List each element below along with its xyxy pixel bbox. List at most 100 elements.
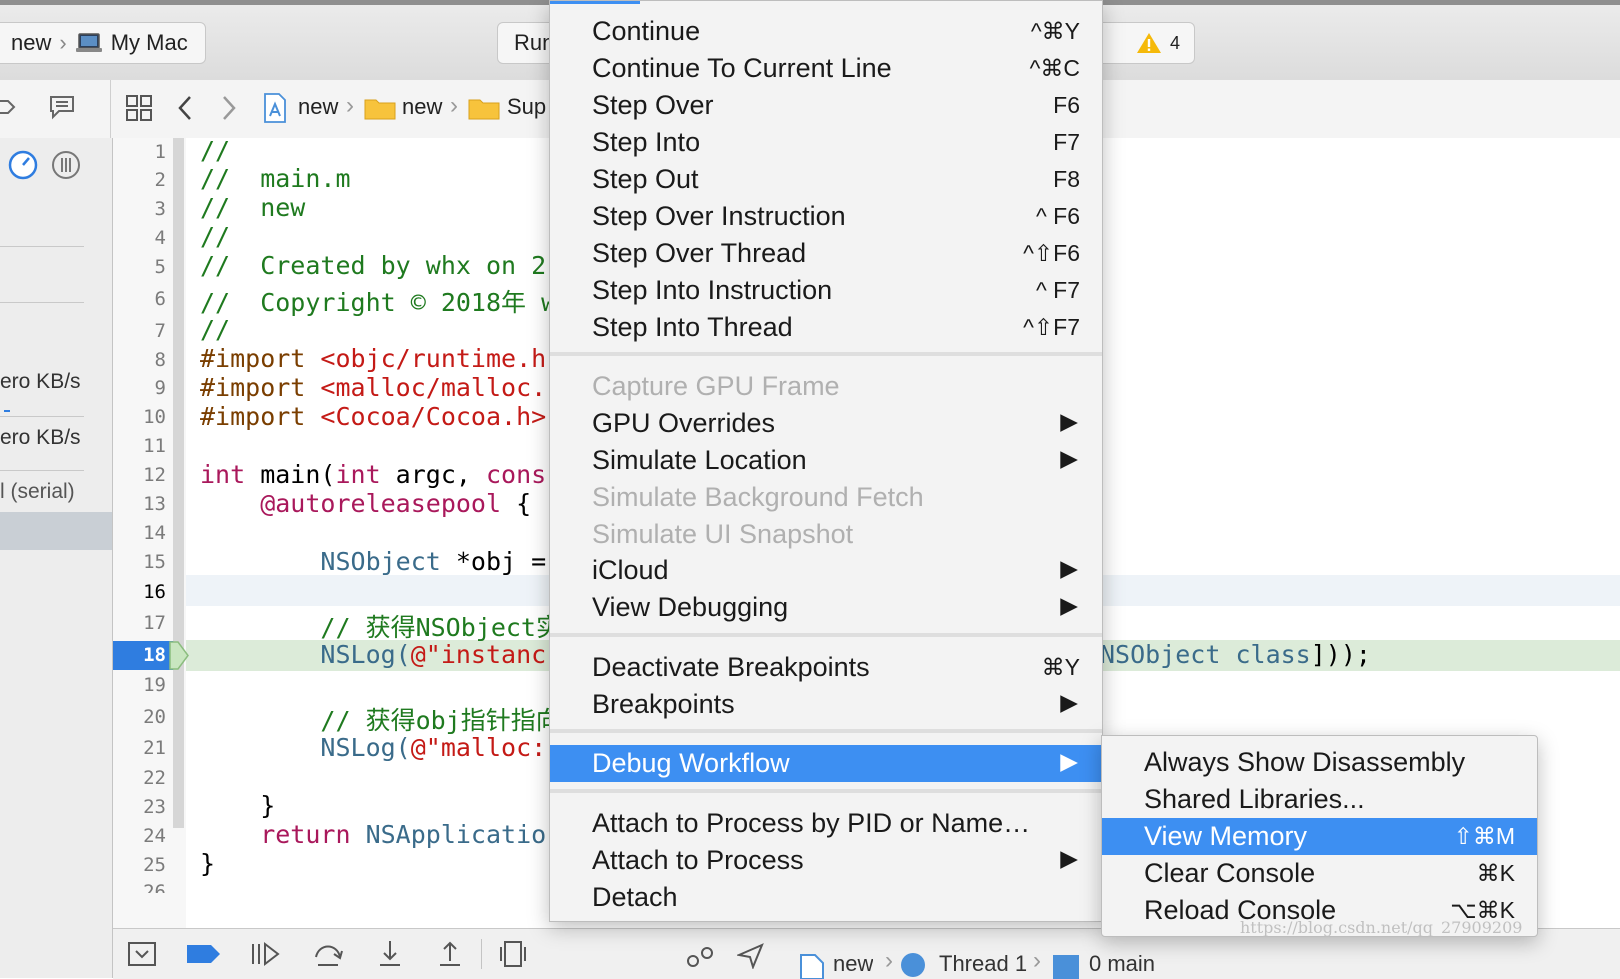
menu-item-breakpoints[interactable]: Breakpoints ▶: [550, 686, 1102, 723]
line-number: 9: [154, 377, 166, 399]
code-line: NSObject *obj =: [200, 547, 546, 576]
menu-item-gpu-overrides[interactable]: GPU Overrides ▶: [550, 405, 1102, 442]
menu-item-step-out[interactable]: Step Out F8: [550, 161, 1102, 198]
jump-bar-item[interactable]: Sup: [507, 94, 546, 120]
menu-item-step-over-thread[interactable]: Step Over Thread ^⇧F6: [550, 235, 1102, 272]
scheme-selector[interactable]: new › My Mac: [0, 22, 206, 64]
code-line: #import <Cocoa/Cocoa.h>: [200, 402, 546, 431]
menu-item-continue[interactable]: Continue ^⌘Y: [550, 13, 1102, 50]
code-token: argc,: [380, 460, 486, 489]
jump-bar-item[interactable]: new: [402, 94, 442, 120]
forward-icon[interactable]: [220, 94, 238, 122]
code-token: main(: [245, 460, 336, 489]
menu-item-view-memory[interactable]: View Memory ⇧⌘M: [1102, 818, 1537, 855]
menu-item-always-show-disassembly[interactable]: Always Show Disassembly: [1102, 744, 1537, 781]
line-number: 21: [143, 737, 166, 759]
menu-item-label: Debug Workflow: [592, 748, 790, 778]
menu-item-shared-libraries[interactable]: Shared Libraries...: [1102, 781, 1537, 818]
line-number: 25: [143, 854, 166, 876]
string-literal: @"malloc:: [410, 733, 547, 762]
keyword: int: [200, 460, 246, 489]
divider: [0, 416, 84, 417]
menu-item-step-over[interactable]: Step Over F6: [550, 87, 1102, 124]
step-over-icon[interactable]: [313, 939, 343, 969]
selected-thread-row[interactable]: [0, 512, 112, 550]
menu-item-shortcut: F8: [1053, 166, 1080, 192]
type-name: NSObject class: [1100, 640, 1311, 669]
breakpoints-toggle-icon[interactable]: [187, 943, 221, 965]
code-line: //: [200, 136, 231, 165]
menu-item-debug-workflow[interactable]: Debug Workflow ▶: [550, 745, 1102, 782]
import-directive: #import: [200, 402, 306, 431]
menu-separator: [550, 789, 1102, 793]
queue-label[interactable]: l (serial): [0, 480, 75, 504]
stack-frame-icon: [1053, 955, 1079, 979]
line-number: 17: [143, 612, 166, 634]
report-navigator-icon[interactable]: [48, 94, 76, 120]
divider: [0, 302, 84, 303]
step-out-icon[interactable]: [437, 939, 463, 969]
menu-item-label: View Memory: [1144, 821, 1308, 851]
line-number: 12: [143, 464, 166, 486]
step-into-icon[interactable]: [377, 939, 403, 969]
menu-item-simulate-location[interactable]: Simulate Location ▶: [550, 442, 1102, 479]
submenu-arrow-icon: ▶: [1060, 689, 1078, 715]
environment-overrides-icon[interactable]: [685, 943, 717, 969]
back-icon[interactable]: [176, 94, 194, 122]
network-rate: ero KB/s: [0, 426, 81, 449]
current-line-number: 18: [143, 644, 166, 666]
menu-item-continue-to-current-line[interactable]: Continue To Current Line ^⌘C: [550, 50, 1102, 87]
keyword: return: [200, 820, 351, 849]
menu-item-step-into[interactable]: Step Into F7: [550, 124, 1102, 161]
warning-icon: [1137, 33, 1161, 53]
code-line: // 获得obj指针指向: [200, 706, 561, 735]
menu-item-shortcut: ^ F7: [1035, 277, 1080, 303]
menu-item-capture-gpu-frame: Capture GPU Frame: [550, 368, 1102, 405]
menu-item-label: Step Over Instruction: [592, 201, 846, 231]
menu-item-deactivate-breakpoints[interactable]: Deactivate Breakpoints ⌘Y: [550, 649, 1102, 686]
debug-path-item[interactable]: new: [833, 951, 873, 973]
line-number: 26: [143, 881, 166, 893]
menu-item-view-debugging[interactable]: View Debugging ▶: [550, 589, 1102, 626]
location-icon[interactable]: [737, 943, 765, 969]
debug-path-item[interactable]: Thread 1: [939, 951, 1027, 973]
hide-debug-area-icon[interactable]: [127, 941, 157, 967]
code-line: #import <objc/runtime.h: [200, 344, 546, 373]
menu-item-shortcut: ^⌘Y: [1030, 18, 1080, 44]
continue-icon[interactable]: [249, 941, 281, 967]
code-line: NSLog(@"malloc:: [200, 733, 546, 762]
menu-item-attach-to-process[interactable]: Attach to Process ▶: [550, 842, 1102, 879]
line-number: 7: [154, 320, 166, 342]
related-items-icon[interactable]: [125, 94, 153, 122]
import-directive: #import: [200, 373, 306, 402]
jump-bar-item[interactable]: new: [298, 94, 338, 120]
menu-item-clear-console[interactable]: Clear Console ⌘K: [1102, 855, 1537, 892]
menu-separator: [550, 352, 1102, 356]
debug-path-item[interactable]: 0 main: [1089, 951, 1155, 973]
line-number: 6: [154, 288, 166, 310]
code-folding-ribbon[interactable]: [173, 138, 184, 828]
divider: [0, 470, 84, 471]
menu-item-step-into-thread[interactable]: Step Into Thread ^⇧F7: [550, 309, 1102, 346]
chevron-right-icon: ›: [885, 947, 893, 974]
warnings-indicator[interactable]: 4: [1100, 22, 1195, 64]
code-line: // new: [200, 193, 306, 222]
code-line: // main.m: [200, 164, 351, 193]
line-number: 13: [143, 493, 166, 515]
view-debugger-icon[interactable]: [499, 939, 527, 969]
menu-item-step-over-instruction[interactable]: Step Over Instruction ^ F6: [550, 198, 1102, 235]
menu-item-attach-by-pid[interactable]: Attach to Process by PID or Name…: [550, 805, 1102, 842]
menu-item-detach[interactable]: Detach: [550, 879, 1102, 916]
breakpoint-navigator-icon[interactable]: [0, 96, 18, 118]
submenu-arrow-icon: ▶: [1060, 445, 1078, 471]
menu-item-icloud[interactable]: iCloud ▶: [550, 552, 1102, 589]
menu-item-label: Simulate Location: [592, 445, 807, 475]
cpu-gauge-icon[interactable]: [8, 150, 38, 180]
menu-item-label: Continue: [592, 16, 701, 46]
code-line: return NSApplicatio: [200, 820, 546, 849]
line-number: 24: [143, 825, 166, 847]
menu-item-step-into-instruction[interactable]: Step Into Instruction ^ F7: [550, 272, 1102, 309]
thread-view-icon[interactable]: [51, 150, 81, 180]
thread-icon: [901, 953, 925, 977]
code-line: }: [200, 849, 216, 878]
